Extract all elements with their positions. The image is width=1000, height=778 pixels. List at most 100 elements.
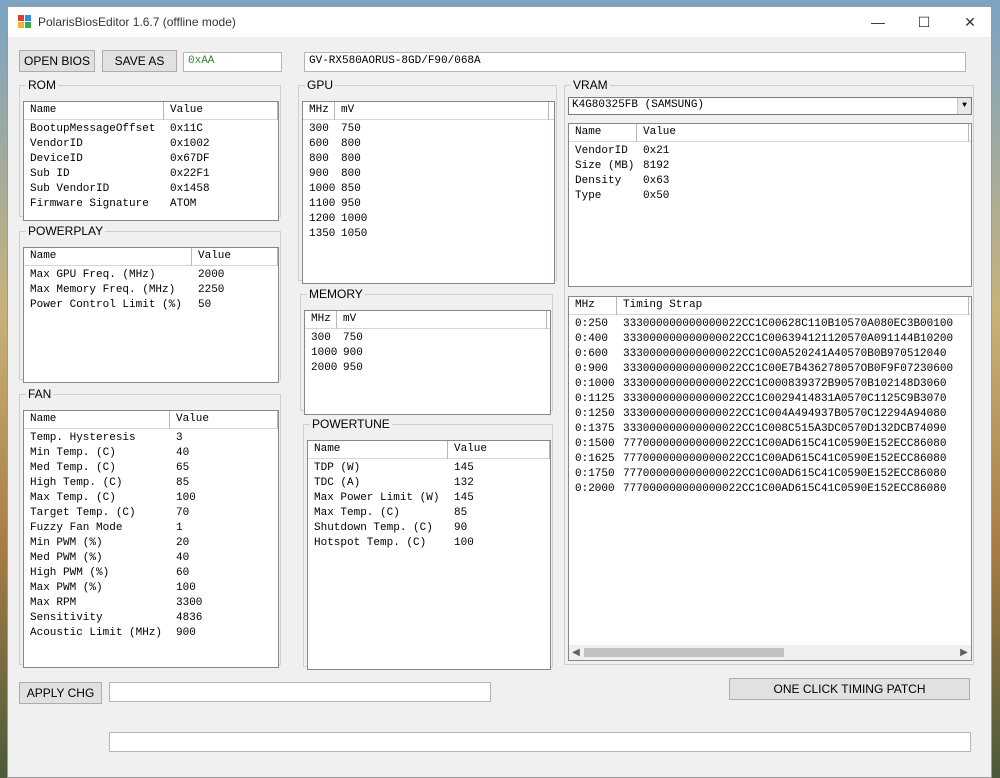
memory-row[interactable]: 300 750 (305, 331, 550, 346)
powertune-row[interactable]: Max Temp. (C) 85 (308, 506, 550, 521)
fan-row[interactable]: Fuzzy Fan Mode 1 (24, 521, 278, 536)
powertune-row[interactable]: TDP (W) 145 (308, 461, 550, 476)
timing-row[interactable]: 0:250 333000000000000022CC1C00628C110B105… (569, 317, 971, 332)
gpu-row[interactable]: 1100 950 (303, 197, 554, 212)
value-column-header[interactable]: Value (448, 441, 550, 459)
scroll-left-icon[interactable]: ◀ (569, 645, 583, 660)
fan-row[interactable]: Med Temp. (C) 65 (24, 461, 278, 476)
name-cell: Min Temp. (C) (30, 447, 116, 459)
powertune-list[interactable]: Name Value TDP (W) 145 TDC (A) 132 Max Power… (307, 440, 551, 670)
fan-row[interactable]: Acoustic Limit (MHz) 900 (24, 626, 278, 641)
rom-row[interactable]: BootupMessageOffset 0x11C (24, 122, 278, 137)
fan-row[interactable]: Target Temp. (C) 70 (24, 506, 278, 521)
powerplay-list[interactable]: Name Value Max GPU Freq. (MHz) 2000 Max Me… (23, 247, 279, 383)
fan-row[interactable]: Max Temp. (C) 100 (24, 491, 278, 506)
vram-row[interactable]: VendorID 0x21 (569, 144, 971, 159)
save-as-button[interactable]: SAVE AS (102, 50, 177, 72)
mhz-column-header[interactable]: MHz (305, 311, 337, 329)
name-column-header[interactable]: Name (569, 124, 637, 142)
gpu-row[interactable]: 600 800 (303, 137, 554, 152)
maximize-button[interactable]: ☐ (901, 7, 947, 37)
powertune-row[interactable]: Shutdown Temp. (C) 90 (308, 521, 550, 536)
memory-row[interactable]: 1000 900 (305, 346, 550, 361)
memory-group: MEMORY MHz mV 300 750 1000 900 2000 950 (300, 288, 553, 415)
rom-row[interactable]: Firmware Signature ATOM (24, 197, 278, 212)
rom-list[interactable]: Name Value BootupMessageOffset 0x11C Vendo… (23, 101, 279, 221)
one-click-timing-patch-button[interactable]: ONE CLICK TIMING PATCH (729, 678, 970, 700)
mv-column-header[interactable]: mV (337, 311, 547, 329)
powerplay-row[interactable]: Max GPU Freq. (MHz) 2000 (24, 268, 278, 283)
powerplay-row[interactable]: Max Memory Freq. (MHz) 2250 (24, 283, 278, 298)
gpu-row[interactable]: 900 800 (303, 167, 554, 182)
title-bar[interactable]: PolarisBiosEditor 1.6.7 (offline mode) —… (8, 7, 991, 37)
rom-row[interactable]: Sub VendorID 0x1458 (24, 182, 278, 197)
timing-row[interactable]: 0:1750 777000000000000022CC1C00AD615C41C0… (569, 467, 971, 482)
name-column-header[interactable]: Name (308, 441, 448, 459)
rom-row[interactable]: DeviceID 0x67DF (24, 152, 278, 167)
vram-select[interactable]: K4G80325FB (SAMSUNG) ▼ (568, 97, 972, 115)
mhz-column-header[interactable]: MHz (303, 102, 335, 120)
mhz-column-header[interactable]: MHz (569, 297, 617, 315)
powerplay-row[interactable]: Power Control Limit (%) 50 (24, 298, 278, 313)
mv-column-header[interactable]: mV (335, 102, 549, 120)
vram-row[interactable]: Size (MB) 8192 (569, 159, 971, 174)
value-column-header[interactable]: Value (170, 411, 278, 429)
powertune-row[interactable]: Hotspot Temp. (C) 100 (308, 536, 550, 551)
name-column-header[interactable]: Name (24, 102, 164, 120)
open-bios-button[interactable]: OPEN BIOS (19, 50, 95, 72)
gpu-list[interactable]: MHz mV 300 750 600 800 800 800 900 800 1000 850 11… (302, 101, 555, 284)
fan-row[interactable]: Min PWM (%) 20 (24, 536, 278, 551)
gpu-row[interactable]: 1350 1050 (303, 227, 554, 242)
vram-row[interactable]: Type 0x50 (569, 189, 971, 204)
powertune-row[interactable]: TDC (A) 132 (308, 476, 550, 491)
scroll-right-icon[interactable]: ▶ (957, 645, 971, 660)
timing-row[interactable]: 0:600 333000000000000022CC1C00A520241A405… (569, 347, 971, 362)
fan-list[interactable]: Name Value Temp. Hysteresis 3 Min Temp. (C… (23, 410, 279, 668)
value-column-header[interactable]: Value (164, 102, 278, 120)
timing-row[interactable]: 0:2000 777000000000000022CC1C00AD615C41C0… (569, 482, 971, 497)
chevron-down-icon[interactable]: ▼ (957, 98, 971, 114)
timing-row[interactable]: 0:1500 777000000000000022CC1C00AD615C41C0… (569, 437, 971, 452)
gpu-row[interactable]: 300 750 (303, 122, 554, 137)
powertune-row[interactable]: Max Power Limit (W) 145 (308, 491, 550, 506)
timing-strap-column-header[interactable]: Timing Strap (617, 297, 969, 315)
apply-changes-button[interactable]: APPLY CHG (19, 682, 102, 704)
rom-row[interactable]: Sub ID 0x22F1 (24, 167, 278, 182)
fan-row[interactable]: High PWM (%) 60 (24, 566, 278, 581)
timing-row[interactable]: 0:1625 777000000000000022CC1C00AD615C41C0… (569, 452, 971, 467)
fan-row[interactable]: Min Temp. (C) 40 (24, 446, 278, 461)
memory-row[interactable]: 2000 950 (305, 361, 550, 376)
fan-row[interactable]: Max PWM (%) 100 (24, 581, 278, 596)
fan-row[interactable]: High Temp. (C) 85 (24, 476, 278, 491)
rom-row[interactable]: VendorID 0x1002 (24, 137, 278, 152)
memory-list[interactable]: MHz mV 300 750 1000 900 2000 950 (304, 310, 551, 415)
timing-strap-list[interactable]: MHz Timing Strap 0:250 333000000000000022… (568, 296, 972, 661)
timing-row[interactable]: 0:1250 333000000000000022CC1C004A494937B0… (569, 407, 971, 422)
gpu-row[interactable]: 1000 850 (303, 182, 554, 197)
value-column-header[interactable]: Value (637, 124, 969, 142)
fan-row[interactable]: Temp. Hysteresis 3 (24, 431, 278, 446)
bios-name-field[interactable]: GV-RX580AORUS-8GD/F90/068A (304, 52, 966, 72)
fan-row[interactable]: Sensitivity 4836 (24, 611, 278, 626)
name-column-header[interactable]: Name (24, 411, 170, 429)
checksum-field[interactable]: 0xAA (183, 52, 282, 72)
name-column-header[interactable]: Name (24, 248, 192, 266)
timing-row[interactable]: 0:900 333000000000000022CC1C00E7B43627805… (569, 362, 971, 377)
timing-row[interactable]: 0:1375 333000000000000022CC1C008C515A3DC0… (569, 422, 971, 437)
gpu-row[interactable]: 1200 1000 (303, 212, 554, 227)
scrollbar-thumb[interactable] (584, 648, 784, 657)
timing-row[interactable]: 0:1125 333000000000000022CC1C0029414831A0… (569, 392, 971, 407)
name-cell: 1350 (309, 228, 335, 240)
close-button[interactable]: ✕ (947, 7, 993, 37)
timing-row[interactable]: 0:400 333000000000000022CC1C0063941211205… (569, 332, 971, 347)
vram-row[interactable]: Density 0x63 (569, 174, 971, 189)
vram-info-list[interactable]: Name Value VendorID 0x21 Size (MB) 8192 Dens… (568, 123, 972, 287)
value-column-header[interactable]: Value (192, 248, 278, 266)
apply-field[interactable] (109, 682, 491, 702)
horizontal-scrollbar[interactable]: ◀ ▶ (569, 645, 971, 660)
fan-row[interactable]: Med PWM (%) 40 (24, 551, 278, 566)
minimize-button[interactable]: — (855, 7, 901, 37)
timing-row[interactable]: 0:1000 333000000000000022CC1C000839372B90… (569, 377, 971, 392)
gpu-row[interactable]: 800 800 (303, 152, 554, 167)
fan-row[interactable]: Max RPM 3300 (24, 596, 278, 611)
